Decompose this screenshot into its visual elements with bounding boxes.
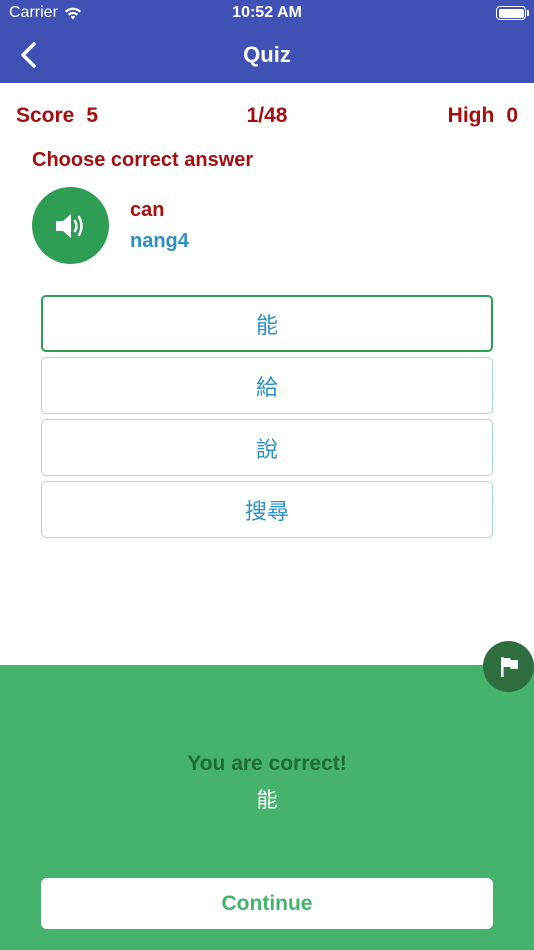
report-flag-button[interactable] — [483, 641, 534, 692]
battery-icon — [496, 6, 529, 20]
high-score: High 0 — [448, 104, 518, 128]
answer-option-2[interactable]: 給 — [41, 357, 493, 414]
result-answer: 能 — [256, 788, 278, 812]
play-audio-button[interactable] — [32, 187, 109, 264]
word-pinyin: nang4 — [130, 230, 189, 252]
high-label: High — [447, 104, 495, 127]
result-message: You are correct! — [187, 752, 347, 775]
answer-option-3[interactable]: 說 — [41, 419, 493, 476]
answer-option-4[interactable]: 搜尋 — [41, 481, 493, 538]
answer-option-1[interactable]: 能 — [41, 295, 493, 352]
answer-options: 能 給 說 搜尋 — [41, 295, 493, 543]
nav-bar: Quiz — [0, 27, 534, 83]
progress-counter: 1/48 — [246, 104, 288, 127]
word-english: can — [130, 199, 165, 221]
instruction-text: Choose correct answer — [32, 149, 254, 171]
flag-icon — [500, 656, 518, 677]
score-row: Score 5 1/48 High 0 — [16, 104, 518, 130]
status-bar: Carrier 10:52 AM — [0, 0, 534, 27]
result-panel: You are correct! 能 Continue — [0, 665, 534, 950]
page-title: Quiz — [243, 42, 291, 67]
status-time: 10:52 AM — [232, 4, 302, 21]
high-value: 0 — [506, 104, 518, 127]
continue-button[interactable]: Continue — [41, 878, 493, 929]
speaker-icon — [55, 213, 83, 238]
